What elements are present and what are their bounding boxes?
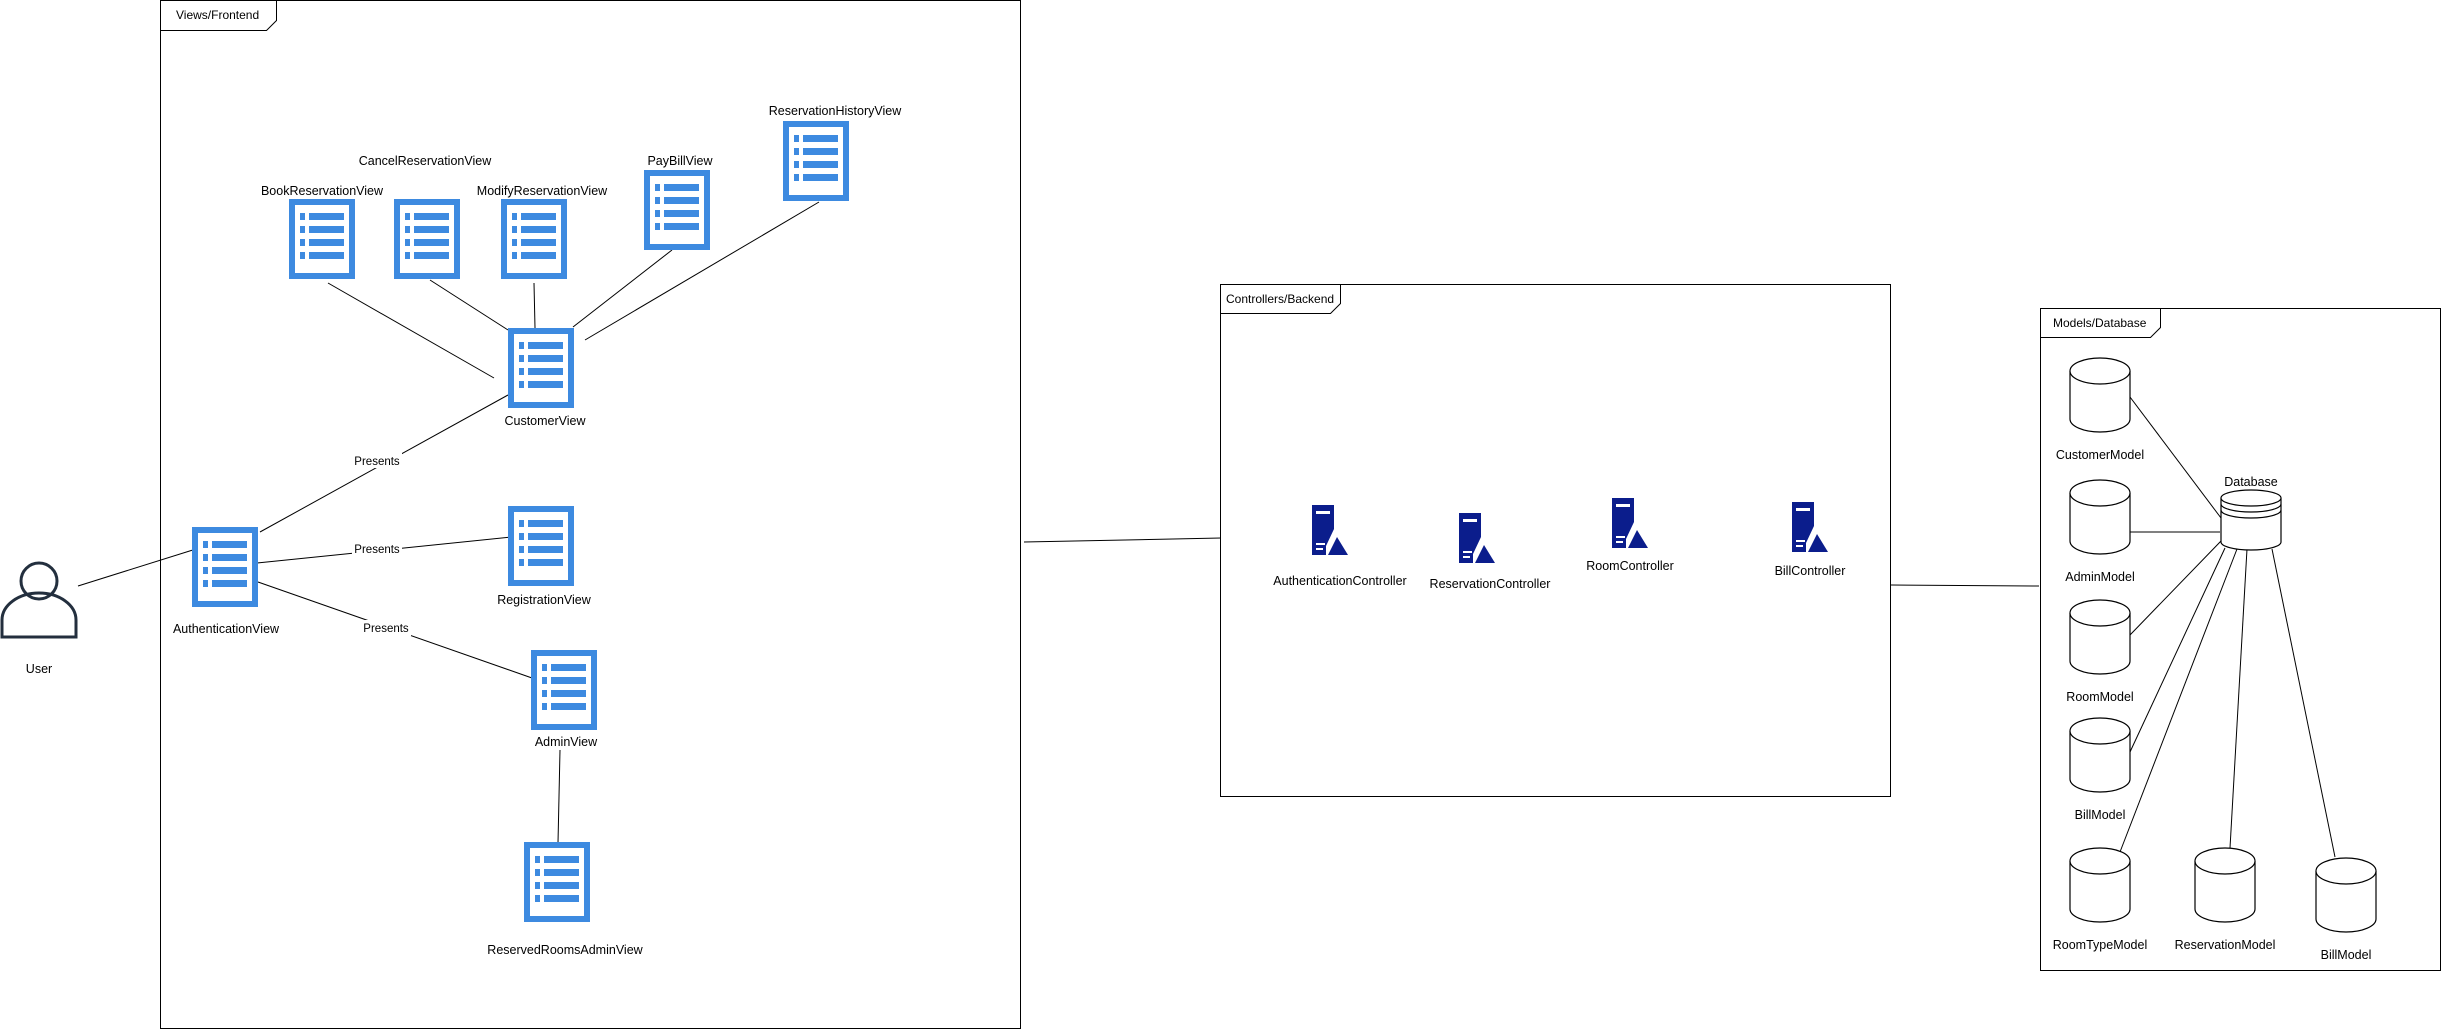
authentication-controller[interactable]: AuthenticationController [1273, 505, 1407, 588]
cancel-reservation-view[interactable]: CancelReservationView [359, 154, 492, 276]
reservation-controller-label: ReservationController [1430, 577, 1551, 591]
list-view-icon [504, 202, 564, 276]
admin-view-label: AdminView [535, 735, 598, 749]
cancel-reservation-view-label: CancelReservationView [359, 154, 492, 168]
database-label: Database [2224, 475, 2278, 489]
list-view-icon [786, 124, 846, 198]
cylinder-icon [2194, 847, 2256, 923]
pay-bill-view-label: PayBillView [647, 154, 713, 168]
registration-view-label: RegistrationView [497, 593, 592, 607]
room-model[interactable]: RoomModel [2066, 599, 2134, 704]
presents-label: Presents [354, 456, 400, 468]
customer-view[interactable]: CustomerView [504, 331, 586, 428]
edge-admin-reservedrooms [557, 749, 561, 844]
edge-billmodel2-db [2271, 548, 2336, 858]
reservation-controller[interactable]: ReservationController [1430, 513, 1551, 591]
pay-bill-view[interactable]: PayBillView [647, 154, 714, 247]
server-icon [1312, 505, 1348, 555]
connectors [77, 201, 2336, 858]
reserved-rooms-admin-view[interactable]: ReservedRoomsAdminView [487, 845, 644, 957]
models-frame-title: Models/Database [2053, 316, 2147, 330]
list-view-icon [397, 202, 457, 276]
reservation-model-label: ReservationModel [2175, 938, 2276, 952]
bill-model-label: BillModel [2075, 808, 2126, 822]
bill-model-2[interactable]: BillModel [2315, 857, 2377, 962]
presents-label: Presents [354, 544, 400, 556]
list-view-icon [534, 653, 594, 727]
room-controller-label: RoomController [1586, 559, 1674, 573]
edge-cancel-customer [429, 279, 509, 331]
list-view-icon [647, 173, 707, 247]
views-frame-title: Views/Frontend [176, 8, 259, 22]
cylinder-icon [2069, 599, 2131, 675]
database[interactable]: Database [2220, 475, 2282, 551]
server-icon [1459, 513, 1495, 563]
edge-reservationmodel-db [2229, 548, 2248, 849]
views-frontend-frame: Views/Frontend [160, 0, 1021, 1029]
reservation-model[interactable]: ReservationModel [2175, 847, 2276, 952]
registration-view[interactable]: RegistrationView [497, 509, 592, 607]
authentication-view[interactable]: AuthenticationView [173, 530, 280, 636]
list-view-icon [511, 509, 571, 583]
database-icon [2220, 489, 2282, 551]
room-model-label: RoomModel [2066, 690, 2133, 704]
bill-model[interactable]: BillModel [2069, 717, 2131, 822]
room-type-model-label: RoomTypeModel [2053, 938, 2148, 952]
modify-reservation-view-label: ModifyReservationView [477, 184, 608, 198]
bill-model-2-label: BillModel [2321, 948, 2372, 962]
edge-label-auth-registration: Presents [352, 541, 402, 557]
room-controller[interactable]: RoomController [1586, 498, 1674, 573]
edge-roomtypemodel-db [2119, 548, 2238, 853]
edge-paybill-customer [572, 249, 673, 328]
user-actor[interactable]: User [0, 561, 78, 676]
edge-roommodel-db [2129, 540, 2222, 636]
bill-controller-label: BillController [1775, 564, 1846, 578]
book-reservation-view[interactable]: BookReservationView [261, 184, 384, 276]
edge-views-controllers [1023, 537, 1222, 543]
admin-view[interactable]: AdminView [534, 653, 598, 749]
controllers-frame-title: Controllers/Backend [1226, 292, 1334, 306]
edge-label-auth-customer: Presents [352, 452, 402, 468]
edge-book-customer [327, 282, 495, 379]
admin-model[interactable]: AdminModel [2065, 479, 2135, 584]
server-icon [1612, 498, 1648, 548]
server-icon [1792, 502, 1828, 552]
reserved-rooms-admin-view-label: ReservedRoomsAdminView [487, 943, 643, 957]
cylinder-icon [2069, 479, 2131, 555]
cylinder-icon [2069, 357, 2131, 433]
edge-controllers-models [1890, 584, 2040, 587]
edge-label-auth-admin: Presents [361, 620, 411, 636]
bill-controller[interactable]: BillController [1775, 502, 1846, 578]
cylinder-icon [2069, 847, 2131, 923]
edge-modify-customer [533, 282, 536, 329]
modify-reservation-view[interactable]: ModifyReservationView [477, 184, 608, 276]
user-icon [0, 561, 78, 639]
authentication-view-label: AuthenticationView [173, 622, 280, 636]
architecture-diagram: Views/Frontend Controllers/Backend Model… [0, 0, 2441, 1029]
list-view-icon [195, 530, 255, 604]
customer-view-label: CustomerView [504, 414, 586, 428]
admin-model-label: AdminModel [2065, 570, 2134, 584]
edge-user-authentication [77, 548, 197, 587]
reservation-history-view[interactable]: ReservationHistoryView [769, 104, 902, 198]
customer-model-label: CustomerModel [2056, 448, 2144, 462]
user-label: User [26, 662, 52, 676]
presents-label: Presents [363, 623, 409, 635]
cylinder-icon [2069, 717, 2131, 793]
list-view-icon [292, 202, 352, 276]
book-reservation-view-label: BookReservationView [261, 184, 384, 198]
list-view-icon [527, 845, 587, 919]
room-type-model[interactable]: RoomTypeModel [2053, 847, 2148, 952]
cylinder-icon [2315, 857, 2377, 933]
list-view-icon [511, 331, 571, 405]
authentication-controller-label: AuthenticationController [1273, 574, 1406, 588]
customer-model[interactable]: CustomerModel [2056, 357, 2144, 462]
reservation-history-view-label: ReservationHistoryView [769, 104, 902, 118]
edge-billmodel-db [2129, 547, 2226, 753]
